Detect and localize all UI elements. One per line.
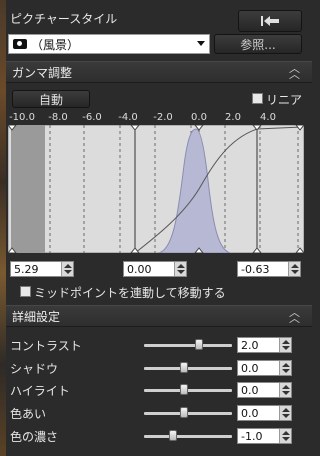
mid-point-value: 0.00 — [127, 262, 152, 276]
spin-arrows-icon[interactable] — [288, 262, 300, 276]
black-point-value: 5.29 — [14, 262, 39, 276]
browse-button[interactable]: 参照... — [214, 34, 302, 54]
gamma-section-title: ガンマ調整 — [12, 65, 73, 80]
axis-tick-label: 2.0 — [225, 112, 241, 123]
picture-style-value: （風景） — [31, 37, 80, 52]
detail-slider-knob[interactable] — [180, 362, 188, 373]
detail-slider-track[interactable] — [144, 367, 232, 370]
spin-arrows-icon[interactable] — [61, 262, 73, 276]
detail-slider-knob[interactable] — [180, 407, 188, 418]
detail-slider-track[interactable] — [144, 344, 232, 347]
detail-value-field[interactable]: -1.0 — [237, 428, 292, 444]
camera-icon — [13, 39, 27, 49]
detail-slider-track[interactable] — [144, 435, 232, 438]
mid-point-field[interactable]: 0.00 — [123, 261, 187, 277]
gamma-graph[interactable] — [8, 125, 304, 253]
auto-button[interactable]: 自動 — [12, 90, 90, 108]
detail-value: 0.0 — [241, 361, 259, 375]
axis-tick-label: -10.0 — [9, 112, 35, 123]
linear-label: リニア — [266, 93, 303, 107]
collapse-chevron-icon: ︿ ︿ — [289, 306, 300, 325]
revert-arrow-icon — [261, 16, 279, 26]
spin-arrows-icon[interactable] — [279, 338, 291, 352]
detail-value: -1.0 — [241, 429, 263, 443]
gamma-section-header[interactable]: ガンマ調整 ︿ ︿ — [6, 61, 312, 83]
white-point-field[interactable]: -0.63 — [237, 261, 301, 277]
collapse-chevron-icon: ︿ ︿ — [289, 62, 300, 81]
axis-tick-label: -2.0 — [153, 112, 173, 123]
axis-tick-label: 0.0 — [191, 112, 207, 123]
detail-slider-knob[interactable] — [195, 339, 203, 350]
gamma-axis-labels: -10.0 -8.0 -6.0 -4.0 -2.0 0.0 2.0 4.0 — [8, 112, 308, 124]
black-point-field[interactable]: 5.29 — [10, 261, 74, 277]
spin-arrows-icon[interactable] — [279, 406, 291, 420]
white-point-value: -0.63 — [241, 262, 270, 276]
spin-arrows-icon[interactable] — [174, 262, 186, 276]
detail-value-field[interactable]: 0.0 — [237, 405, 292, 421]
midpoint-link-checkbox[interactable] — [20, 286, 31, 297]
detail-row-label: ハイライト — [10, 384, 70, 398]
detail-slider-knob[interactable] — [169, 430, 177, 441]
detail-slider-track[interactable] — [144, 412, 232, 415]
picture-style-title: ピクチャースタイル — [10, 12, 118, 26]
detail-value-field[interactable]: 0.0 — [237, 382, 292, 398]
detail-section-header[interactable]: 詳細設定 ︿ ︿ — [6, 305, 312, 327]
detail-row-label: シャドウ — [10, 362, 59, 376]
axis-tick-label: -4.0 — [118, 112, 138, 123]
detail-row-label: 色の濃さ — [10, 430, 59, 444]
detail-value-field[interactable]: 2.0 — [237, 337, 292, 353]
midpoint-link-label: ミッドポイントを連動して移動する — [34, 286, 226, 300]
axis-tick-label: -6.0 — [82, 112, 102, 123]
detail-slider-track[interactable] — [144, 389, 232, 392]
detail-value: 0.0 — [241, 383, 259, 397]
black-clip-band — [11, 125, 45, 253]
axis-tick-label: -8.0 — [48, 112, 68, 123]
linear-checkbox[interactable] — [252, 93, 263, 104]
detail-slider-knob[interactable] — [180, 384, 188, 395]
axis-tick-label: 4.0 — [260, 112, 276, 123]
revert-button[interactable] — [238, 10, 302, 32]
detail-row-label: コントラスト — [10, 339, 82, 353]
picture-style-select[interactable]: （風景） — [8, 34, 210, 54]
spin-arrows-icon[interactable] — [279, 383, 291, 397]
detail-section-title: 詳細設定 — [12, 309, 61, 324]
detail-value-field[interactable]: 0.0 — [237, 360, 292, 376]
spin-arrows-icon[interactable] — [279, 361, 291, 375]
chevron-down-icon — [197, 41, 205, 46]
spin-arrows-icon[interactable] — [279, 429, 291, 443]
detail-value: 0.0 — [241, 406, 259, 420]
detail-row-label: 色あい — [10, 407, 47, 421]
detail-value: 2.0 — [241, 338, 259, 352]
